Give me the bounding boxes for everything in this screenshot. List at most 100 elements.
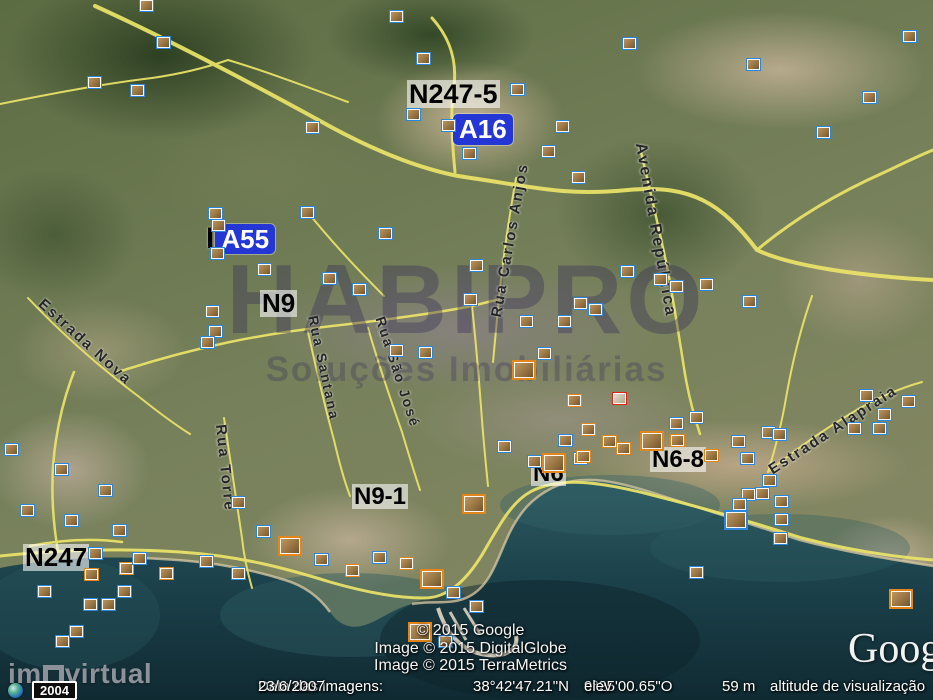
photo-marker[interactable] <box>774 513 789 526</box>
photo-marker[interactable] <box>469 259 484 272</box>
photo-marker[interactable] <box>731 435 746 448</box>
photo-marker[interactable] <box>571 171 586 184</box>
photo-marker[interactable] <box>669 417 684 430</box>
photo-marker[interactable] <box>872 422 887 435</box>
photo-marker[interactable] <box>746 58 761 71</box>
photo-marker[interactable] <box>139 0 154 12</box>
photo-marker[interactable] <box>537 347 552 360</box>
photo-marker[interactable] <box>669 280 684 293</box>
photo-marker[interactable] <box>602 435 617 448</box>
photo-marker[interactable] <box>84 568 99 581</box>
photo-marker[interactable] <box>640 431 664 451</box>
photo-marker[interactable] <box>519 315 534 328</box>
photo-marker[interactable] <box>406 108 421 121</box>
photo-marker[interactable] <box>278 536 302 556</box>
photo-marker[interactable] <box>156 36 171 49</box>
photo-marker[interactable] <box>322 272 337 285</box>
photo-marker[interactable] <box>469 600 484 613</box>
photo-marker[interactable] <box>54 463 69 476</box>
photo-marker[interactable] <box>69 625 84 638</box>
photo-marker[interactable] <box>257 263 272 276</box>
photo-marker[interactable] <box>497 440 512 453</box>
photo-marker[interactable] <box>446 586 461 599</box>
photo-marker[interactable] <box>847 422 862 435</box>
photo-marker[interactable] <box>389 344 404 357</box>
photo-marker[interactable] <box>462 494 486 514</box>
photo-marker[interactable] <box>200 336 215 349</box>
photo-marker[interactable] <box>37 585 52 598</box>
photo-marker[interactable] <box>389 10 404 23</box>
photo-marker[interactable] <box>305 121 320 134</box>
photo-marker[interactable] <box>862 91 877 104</box>
photo-marker[interactable] <box>527 455 542 468</box>
photo-marker[interactable] <box>210 247 225 260</box>
photo-marker[interactable] <box>314 553 329 566</box>
photo-marker[interactable] <box>724 510 748 530</box>
photo-marker[interactable] <box>742 295 757 308</box>
photo-marker[interactable] <box>689 411 704 424</box>
photo-marker[interactable] <box>420 569 444 589</box>
photo-marker[interactable] <box>416 52 431 65</box>
photo-marker[interactable] <box>117 585 132 598</box>
photo-marker[interactable] <box>159 567 174 580</box>
photo-marker[interactable] <box>130 84 145 97</box>
photo-marker[interactable] <box>205 305 220 318</box>
photo-marker[interactable] <box>83 598 98 611</box>
photo-marker[interactable] <box>670 434 685 447</box>
photo-marker[interactable] <box>622 37 637 50</box>
photo-marker[interactable] <box>557 315 572 328</box>
photo-marker[interactable] <box>64 514 79 527</box>
photo-marker[interactable] <box>704 449 719 462</box>
photo-marker[interactable] <box>399 557 414 570</box>
photo-marker[interactable] <box>762 474 777 487</box>
photo-marker[interactable] <box>567 394 582 407</box>
photo-marker[interactable] <box>773 532 788 545</box>
photo-marker[interactable] <box>699 278 714 291</box>
photo-marker[interactable] <box>576 450 591 463</box>
photo-marker[interactable] <box>612 392 627 405</box>
satellite-map-viewport[interactable]: HABIPRO Soluções Imobiliárias Estrada No… <box>0 0 933 700</box>
photo-marker[interactable] <box>774 495 789 508</box>
photo-marker[interactable] <box>558 434 573 447</box>
photo-marker[interactable] <box>772 428 787 441</box>
photo-marker[interactable] <box>211 219 226 232</box>
photo-marker[interactable] <box>98 484 113 497</box>
photo-marker[interactable] <box>199 555 214 568</box>
photo-marker[interactable] <box>541 145 556 158</box>
photo-marker[interactable] <box>902 30 917 43</box>
photo-marker[interactable] <box>581 423 596 436</box>
photo-marker[interactable] <box>859 389 874 402</box>
photo-marker[interactable] <box>256 525 271 538</box>
photo-marker[interactable] <box>462 147 477 160</box>
photo-marker[interactable] <box>112 524 127 537</box>
photo-marker[interactable] <box>132 552 147 565</box>
photo-marker[interactable] <box>740 452 755 465</box>
photo-marker[interactable] <box>88 547 103 560</box>
photo-marker[interactable] <box>345 564 360 577</box>
photo-marker[interactable] <box>463 293 478 306</box>
photo-marker[interactable] <box>816 126 831 139</box>
photo-marker[interactable] <box>300 206 315 219</box>
photo-marker[interactable] <box>755 487 770 500</box>
photo-marker[interactable] <box>689 566 704 579</box>
photo-marker[interactable] <box>378 227 393 240</box>
photo-marker[interactable] <box>4 443 19 456</box>
photo-marker[interactable] <box>101 598 116 611</box>
photo-marker[interactable] <box>231 567 246 580</box>
photo-marker[interactable] <box>588 303 603 316</box>
photo-marker[interactable] <box>901 395 916 408</box>
photo-marker[interactable] <box>20 504 35 517</box>
photo-marker[interactable] <box>555 120 570 133</box>
photo-marker[interactable] <box>620 265 635 278</box>
photo-marker[interactable] <box>55 635 70 648</box>
photo-marker[interactable] <box>616 442 631 455</box>
photo-marker[interactable] <box>441 119 456 132</box>
photo-marker[interactable] <box>418 346 433 359</box>
photo-marker[interactable] <box>512 360 536 380</box>
photo-marker[interactable] <box>352 283 367 296</box>
photo-marker[interactable] <box>542 453 566 473</box>
photo-marker[interactable] <box>573 297 588 310</box>
photo-marker[interactable] <box>877 408 892 421</box>
photo-marker[interactable] <box>510 83 525 96</box>
photo-marker[interactable] <box>87 76 102 89</box>
